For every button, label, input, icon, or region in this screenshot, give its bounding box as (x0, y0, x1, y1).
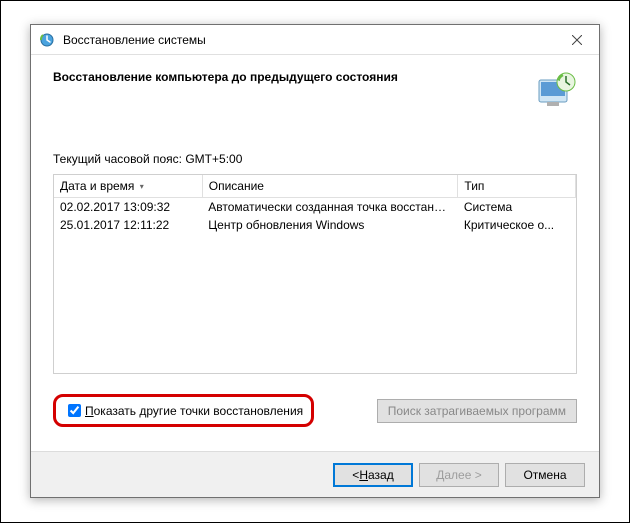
close-icon (572, 35, 582, 45)
annotation-highlight: Показать другие точки восстановления (53, 394, 314, 427)
column-header-date[interactable]: Дата и время ▾ (54, 175, 202, 198)
timezone-label: Текущий часовой пояс: GMT+5:00 (53, 152, 577, 166)
show-more-points-checkbox[interactable] (68, 404, 81, 417)
column-header-description[interactable]: Описание (202, 175, 458, 198)
cell-description: Автоматически созданная точка восстановл… (202, 198, 458, 217)
window-title: Восстановление системы (63, 33, 554, 47)
restore-icon (39, 32, 55, 48)
restore-large-icon (533, 70, 577, 114)
table-row[interactable]: 02.02.2017 13:09:32 Автоматически создан… (54, 198, 576, 217)
column-header-date-label: Дата и время (60, 179, 134, 193)
scan-affected-programs-button: Поиск затрагиваемых программ (377, 399, 577, 423)
system-restore-dialog: Восстановление системы Восстановление ко… (30, 24, 600, 498)
back-button[interactable]: < Назад (333, 463, 413, 487)
titlebar: Восстановление системы (31, 25, 599, 55)
table-row[interactable]: 25.01.2017 12:11:22 Центр обновления Win… (54, 216, 576, 234)
next-button: Далее > (419, 463, 499, 487)
cell-type: Критическое о... (458, 216, 576, 234)
cell-type: Система (458, 198, 576, 217)
cell-date: 25.01.2017 12:11:22 (54, 216, 202, 234)
cell-date: 02.02.2017 13:09:32 (54, 198, 202, 217)
column-header-type[interactable]: Тип (458, 175, 576, 198)
cancel-button[interactable]: Отмена (505, 463, 585, 487)
wizard-footer: < Назад Далее > Отмена (31, 451, 599, 497)
page-heading: Восстановление компьютера до предыдущего… (53, 70, 523, 84)
show-more-points-label[interactable]: Показать другие точки восстановления (85, 404, 303, 418)
dialog-content: Восстановление компьютера до предыдущего… (31, 55, 599, 427)
close-button[interactable] (554, 25, 599, 55)
cell-description: Центр обновления Windows (202, 216, 458, 234)
restore-points-table[interactable]: Дата и время ▾ Описание Тип 02.02.2017 1… (53, 174, 577, 374)
sort-indicator-icon: ▾ (140, 182, 144, 191)
